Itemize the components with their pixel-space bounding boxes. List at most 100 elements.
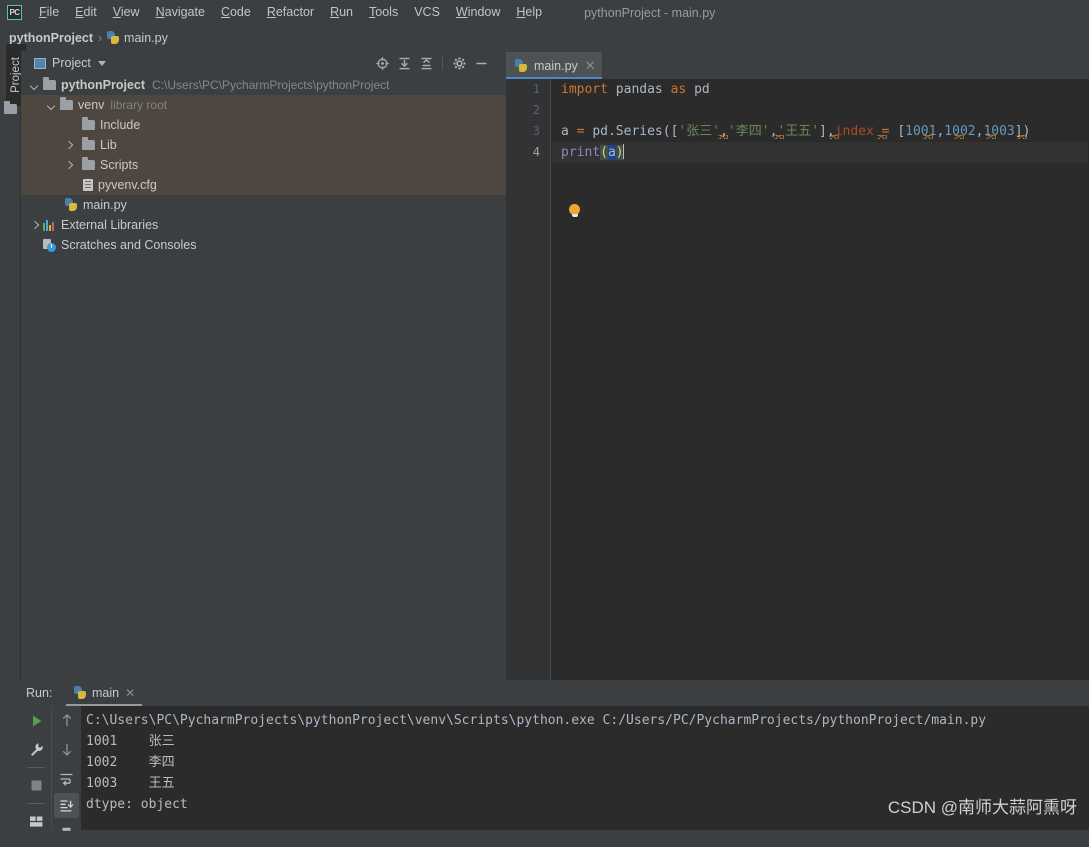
token-string-zhangsan: '张三'	[678, 124, 721, 139]
wrench-icon[interactable]	[22, 735, 51, 764]
menu-item-window[interactable]: Window	[448, 0, 508, 25]
chevron-right-icon[interactable]	[65, 141, 74, 150]
run-tab-main[interactable]: main ✕	[66, 680, 143, 706]
token-builtin-print: print	[561, 145, 601, 160]
print-icon[interactable]	[52, 818, 81, 847]
tree-item-label: venv	[78, 98, 105, 112]
chevron-down-icon[interactable]	[48, 101, 57, 110]
soft-wrap-icon[interactable]	[52, 764, 81, 793]
line-number: 2	[532, 103, 540, 117]
run-console-output[interactable]: C:\Users\PC\PycharmProjects\pythonProjec…	[81, 706, 1089, 830]
run-panel-header: Run: main ✕	[0, 680, 1089, 706]
locate-icon[interactable]	[371, 52, 393, 74]
layout-icon[interactable]	[22, 807, 51, 836]
tree-item-label: Scripts	[100, 158, 139, 172]
editor-tab-strip: main.py ✕	[506, 51, 1089, 79]
inspection-squiggle	[986, 135, 996, 139]
close-icon[interactable]: ✕	[125, 687, 135, 699]
stop-icon[interactable]	[22, 771, 51, 800]
project-panel-title: Project	[52, 56, 91, 70]
tree-item-path: C:\Users\PC\PycharmProjects\pythonProjec…	[152, 78, 390, 92]
config-file-icon	[83, 179, 93, 191]
menu-item-view[interactable]: View	[105, 0, 148, 25]
inspection-squiggle	[774, 135, 784, 139]
chevron-right-icon[interactable]	[65, 161, 74, 170]
line-number: 3	[532, 124, 540, 138]
code-text[interactable]: import pandas as pd a = pd.Series(['张三',…	[552, 79, 1089, 680]
tree-row-scripts[interactable]: Scripts	[21, 155, 506, 175]
token-variable-a: a	[561, 124, 569, 139]
watermark: CSDN @南师大蒜阿熏呀	[887, 798, 1077, 817]
folder-icon	[43, 77, 56, 90]
series-index: 1002	[86, 755, 118, 770]
python-file-icon	[107, 31, 120, 45]
token-module-pandas: pandas	[607, 82, 671, 97]
series-value: 王五	[148, 776, 175, 791]
run-panel-body: C:\Users\PC\PycharmProjects\pythonProjec…	[0, 706, 1089, 831]
tree-row-main-py[interactable]: main.py	[21, 195, 506, 215]
chevron-down-icon[interactable]	[31, 81, 40, 90]
inspection-squiggle	[1017, 135, 1027, 139]
minimize-icon[interactable]	[470, 52, 492, 74]
token-call-pd-series: pd.Series	[592, 124, 663, 139]
scroll-to-end-icon[interactable]	[54, 793, 79, 818]
tree-item-label: pyvenv.cfg	[98, 178, 157, 192]
token-arg-a-selected: a	[607, 145, 616, 160]
menu-item-edit[interactable]: Edit	[67, 0, 105, 25]
tree-row-external-libraries[interactable]: External Libraries	[21, 215, 506, 235]
run-tab-label: main	[92, 686, 120, 700]
chevron-down-icon[interactable]	[97, 60, 106, 66]
token-named-param-index: index	[834, 124, 874, 139]
console-row: 1002 李四	[81, 752, 1089, 773]
close-icon[interactable]: ✕	[585, 59, 596, 72]
breadcrumb-file[interactable]: main.py	[124, 31, 168, 45]
menu-item-refactor[interactable]: Refactor	[259, 0, 322, 25]
inspection-squiggle	[829, 135, 839, 139]
python-config-icon	[74, 686, 87, 700]
tree-row-lib[interactable]: Lib	[21, 135, 506, 155]
menu-item-file[interactable]: File	[31, 0, 67, 25]
toolbar-divider	[27, 803, 45, 804]
arrow-up-icon[interactable]	[52, 706, 81, 735]
inspection-squiggle	[923, 135, 933, 139]
project-panel-header: Project	[21, 51, 506, 75]
gear-icon[interactable]	[448, 52, 470, 74]
editor-gutter[interactable]: 1 2 3 4	[506, 79, 551, 680]
inspection-squiggle	[877, 135, 887, 139]
tree-row-scratches-and-consoles[interactable]: Scratches and Consoles	[21, 235, 506, 255]
tab-main-py[interactable]: main.py ✕	[506, 52, 602, 79]
folder-icon	[82, 137, 95, 150]
tree-row-venv[interactable]: venv library root	[21, 95, 506, 115]
code-editor[interactable]: 1 2 3 4 import pandas as pd a = pd.Serie…	[506, 79, 1089, 680]
folder-icon	[82, 117, 95, 130]
expand-all-icon[interactable]	[393, 52, 415, 74]
line-number: 1	[532, 82, 540, 96]
menu-item-navigate[interactable]: Navigate	[148, 0, 213, 25]
tree-item-label: pythonProject	[61, 78, 146, 92]
menu-bar: PC File Edit View Navigate Code Refactor…	[0, 0, 1089, 26]
menu-item-run[interactable]: Run	[322, 0, 361, 25]
project-view-icon	[34, 57, 46, 69]
collapse-all-icon[interactable]	[415, 52, 437, 74]
tree-row-python-project[interactable]: pythonProject C:\Users\PC\PycharmProject…	[21, 75, 506, 95]
project-panel-toolbar	[371, 51, 492, 75]
run-tool-window: Run: main ✕ C:\Users\PC\PycharmProjects\…	[0, 680, 1089, 831]
lightbulb-icon[interactable]	[568, 204, 582, 219]
rerun-icon[interactable]	[22, 706, 51, 735]
run-label: Run:	[26, 686, 53, 700]
project-tree[interactable]: pythonProject C:\Users\PC\PycharmProject…	[21, 75, 506, 680]
breadcrumb-project[interactable]: pythonProject	[9, 31, 93, 45]
run-toolbar-left	[22, 706, 51, 830]
run-toolbar-right	[51, 706, 81, 831]
menu-item-tools[interactable]: Tools	[361, 0, 406, 25]
tree-row-pyvenv-cfg[interactable]: pyvenv.cfg	[21, 175, 506, 195]
console-row: 1001 张三	[81, 731, 1089, 752]
menu-item-vcs[interactable]: VCS	[406, 0, 448, 25]
chevron-right-icon[interactable]	[31, 221, 40, 230]
arrow-down-icon[interactable]	[52, 735, 81, 764]
tree-row-include[interactable]: Include	[21, 115, 506, 135]
menu-item-code[interactable]: Code	[213, 0, 259, 25]
menu-item-help[interactable]: Help	[508, 0, 550, 25]
scratches-icon	[43, 238, 56, 252]
